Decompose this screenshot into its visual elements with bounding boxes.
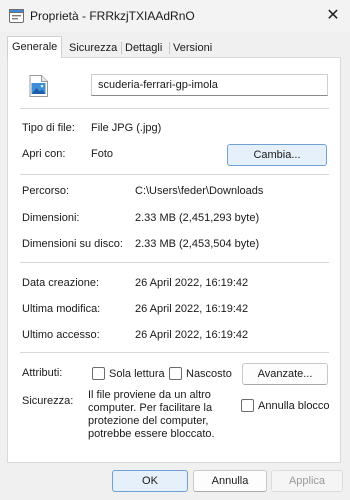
title-bar: Proprietà - FRRkzjTXIAAdRnO ✕	[0, 0, 350, 32]
window-title: Proprietà - FRRkzjTXIAAdRnO	[30, 9, 195, 23]
created-label: Data creazione:	[22, 277, 100, 289]
general-panel: Tipo di file: File JPG (.jpg) Apri con: …	[7, 57, 341, 463]
ok-button[interactable]: OK	[112, 470, 188, 492]
properties-icon	[9, 9, 24, 26]
divider	[20, 262, 329, 263]
hidden-label: Nascosto	[186, 368, 232, 380]
change-button[interactable]: Cambia...	[227, 144, 327, 166]
accessed-value: 26 April 2022, 16:19:42	[135, 329, 249, 341]
disk-size-value: 2.33 MB (2,453,504 byte)	[135, 238, 260, 250]
filename-input[interactable]	[91, 74, 328, 96]
path-value: C:\Users\feder\Downloads	[135, 185, 264, 197]
image-file-icon	[28, 75, 48, 100]
accessed-label: Ultimo accesso:	[22, 329, 100, 341]
security-label: Sicurezza:	[22, 395, 74, 407]
security-line: computer. Per facilitare la	[88, 402, 213, 414]
cancel-button[interactable]: Annulla	[193, 470, 267, 492]
divider	[20, 108, 329, 109]
divider	[20, 352, 329, 353]
tab-dettagli[interactable]: Dettagli	[121, 39, 166, 57]
readonly-label: Sola lettura	[109, 368, 165, 380]
open-with-label: Apri con:	[22, 148, 66, 160]
file-type-label: Tipo di file:	[22, 122, 75, 134]
size-label: Dimensioni:	[22, 212, 80, 224]
open-with-value: Foto	[91, 148, 114, 160]
tab-generale[interactable]: Generale	[7, 36, 63, 58]
apply-button[interactable]: Applica	[271, 470, 343, 492]
divider	[20, 174, 329, 175]
attributes-label: Attributi:	[22, 367, 63, 379]
size-value: 2.33 MB (2,451,293 byte)	[135, 212, 260, 224]
unblock-label: Annulla blocco	[258, 400, 330, 412]
disk-size-label: Dimensioni su disco:	[22, 238, 123, 250]
security-line: protezione del computer,	[88, 415, 209, 427]
modified-label: Ultima modifica:	[22, 303, 101, 315]
file-type-value: File JPG (.jpg)	[91, 122, 162, 134]
close-button[interactable]: ✕	[320, 4, 346, 28]
created-value: 26 April 2022, 16:19:42	[135, 277, 249, 289]
readonly-checkbox[interactable]	[92, 367, 105, 380]
unblock-checkbox[interactable]	[241, 399, 254, 412]
modified-value: 26 April 2022, 16:19:42	[135, 303, 249, 315]
security-message: Il file proviene da un altro computer. P…	[88, 389, 238, 441]
advanced-button[interactable]: Avanzate...	[242, 363, 328, 385]
close-icon: ✕	[326, 7, 340, 24]
security-line: Il file proviene da un altro	[88, 389, 211, 401]
security-line: potrebbe essere bloccato.	[88, 428, 215, 440]
hidden-checkbox[interactable]	[169, 367, 182, 380]
tab-versioni-precedenti[interactable]: Versioni precedenti	[169, 39, 228, 72]
tab-sicurezza[interactable]: Sicurezza	[65, 39, 121, 57]
path-label: Percorso:	[22, 185, 70, 197]
